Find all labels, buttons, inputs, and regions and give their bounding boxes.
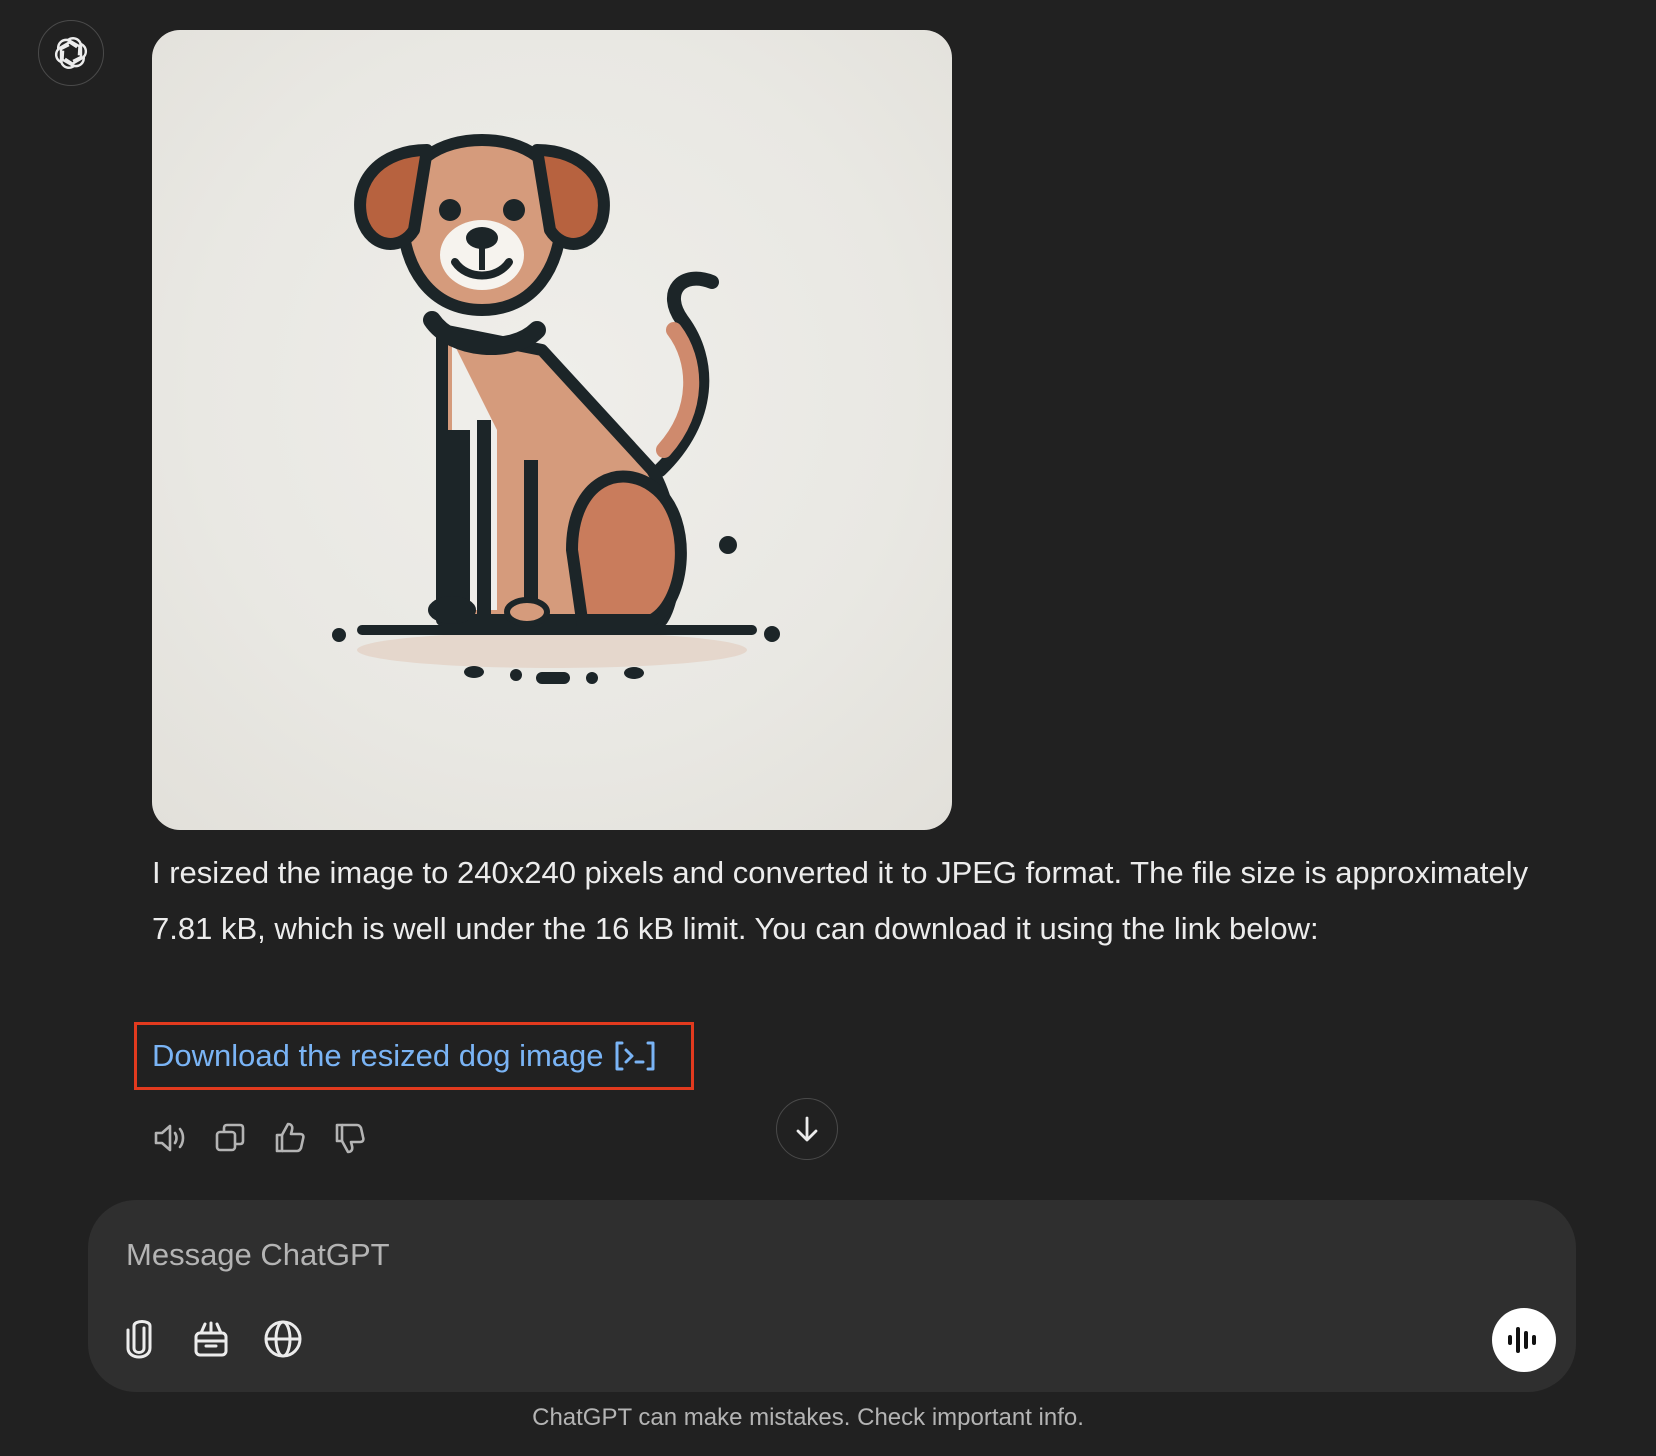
assistant-avatar [38, 20, 104, 86]
assistant-message-text: I resized the image to 240x240 pixels an… [152, 855, 1529, 946]
thumbs-up-button[interactable] [270, 1118, 310, 1158]
composer-tools [118, 1318, 304, 1360]
generated-dog-image[interactable] [152, 30, 952, 830]
voice-mode-button[interactable] [1492, 1308, 1556, 1372]
disclaimer-text: ChatGPT can make mistakes. Check importa… [532, 1404, 1084, 1431]
openai-logo-icon [54, 37, 88, 69]
thumbs-up-icon [275, 1122, 305, 1153]
chat-page: I resized the image to 240x240 pixels an… [0, 0, 1656, 1456]
scroll-to-bottom-button[interactable] [776, 1098, 838, 1160]
message-input[interactable] [124, 1228, 1428, 1282]
globe-icon [264, 1320, 302, 1358]
download-link[interactable]: Download the resized dog image [152, 1034, 656, 1078]
voice-mode-icon [1508, 1327, 1536, 1353]
read-aloud-button[interactable] [150, 1118, 190, 1158]
paperclip-icon [126, 1320, 152, 1359]
dog-illustration [332, 133, 780, 684]
arrow-down-icon [796, 1116, 818, 1142]
download-link-label: Download the resized dog image [152, 1038, 604, 1073]
code-interpreter-icon [615, 1041, 654, 1071]
copy-button[interactable] [210, 1118, 250, 1158]
message-composer [88, 1200, 1576, 1392]
toolbox-icon [194, 1321, 228, 1357]
web-search-button[interactable] [262, 1318, 304, 1360]
thumbs-down-icon [335, 1123, 365, 1154]
tools-button[interactable] [190, 1318, 232, 1360]
copy-icon [215, 1123, 245, 1152]
attach-button[interactable] [118, 1318, 160, 1360]
speaker-icon [154, 1124, 185, 1152]
thumbs-down-button[interactable] [330, 1118, 370, 1158]
message-actions [150, 1118, 370, 1158]
